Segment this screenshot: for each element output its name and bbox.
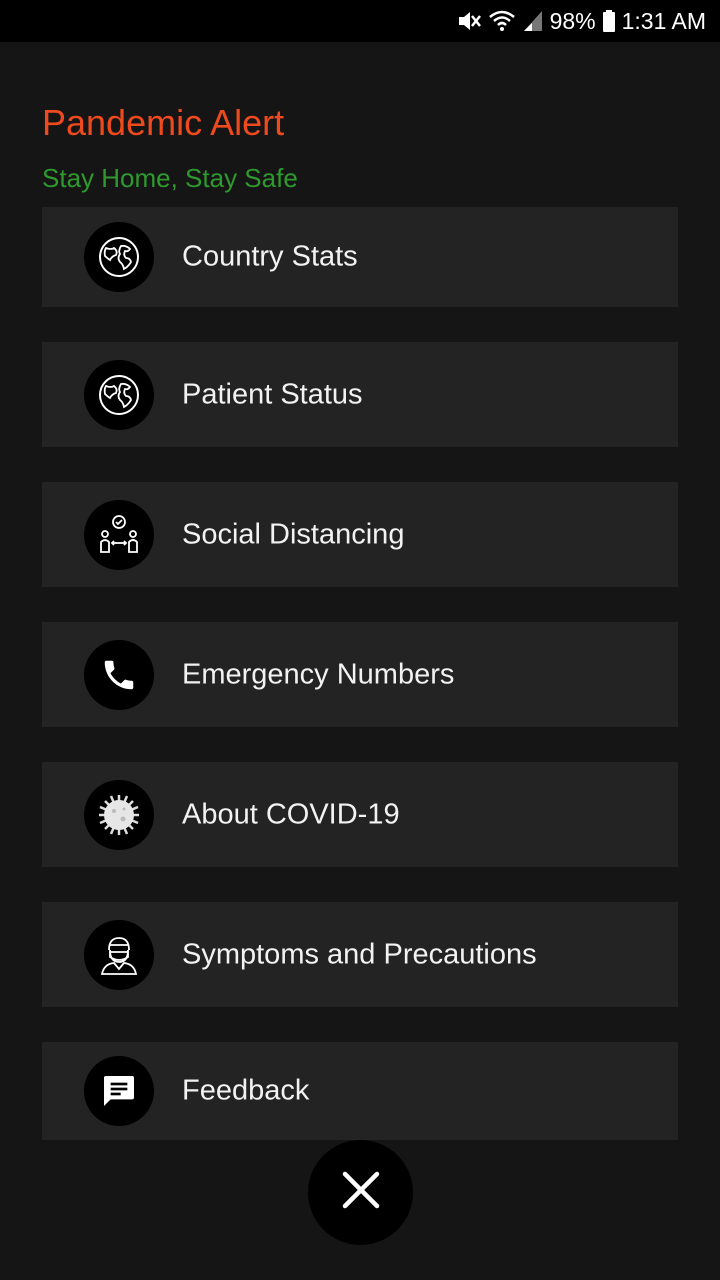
menu-item-label: Social Distancing [182,518,405,550]
close-button[interactable] [308,1140,413,1245]
menu-item-label: Symptoms and Precautions [182,938,537,970]
phone-icon [84,639,154,710]
social-distancing-icon [84,499,154,570]
menu-item-label: Patient Status [182,378,363,410]
battery-icon [602,9,616,33]
feedback-icon [84,1056,154,1126]
wifi-icon [488,9,516,33]
globe-icon [84,359,154,430]
menu-item-feedback[interactable]: Feedback [42,1042,678,1140]
battery-percent: 98% [549,7,596,34]
menu-item-about-covid[interactable]: About COVID-19 [42,762,678,867]
menu-item-label: Feedback [182,1074,310,1107]
signal-icon [522,9,544,33]
app-title: Pandemic Alert [42,102,285,143]
status-bar: 98% 1:31 AM [0,0,720,42]
menu-item-label: Country Stats [182,240,358,273]
clock: 1:31 AM [621,7,706,34]
masked-person-icon [84,919,154,990]
menu-item-patient-status[interactable]: Patient Status [42,342,678,447]
mute-icon [456,9,482,33]
globe-icon [84,222,154,292]
menu-item-social-distancing[interactable]: Social Distancing [42,482,678,587]
menu-item-label: Emergency Numbers [182,658,455,690]
menu-item-symptoms-precautions[interactable]: Symptoms and Precautions [42,902,678,1007]
menu-item-country-stats[interactable]: Country Stats [42,207,678,307]
virus-icon [84,779,154,850]
menu-item-emergency-numbers[interactable]: Emergency Numbers [42,622,678,727]
close-icon [341,1170,381,1215]
app-subtitle: Stay Home, Stay Safe [42,163,298,193]
status-icons: 98% 1:31 AM [456,0,706,42]
menu-item-label: About COVID-19 [182,798,400,830]
